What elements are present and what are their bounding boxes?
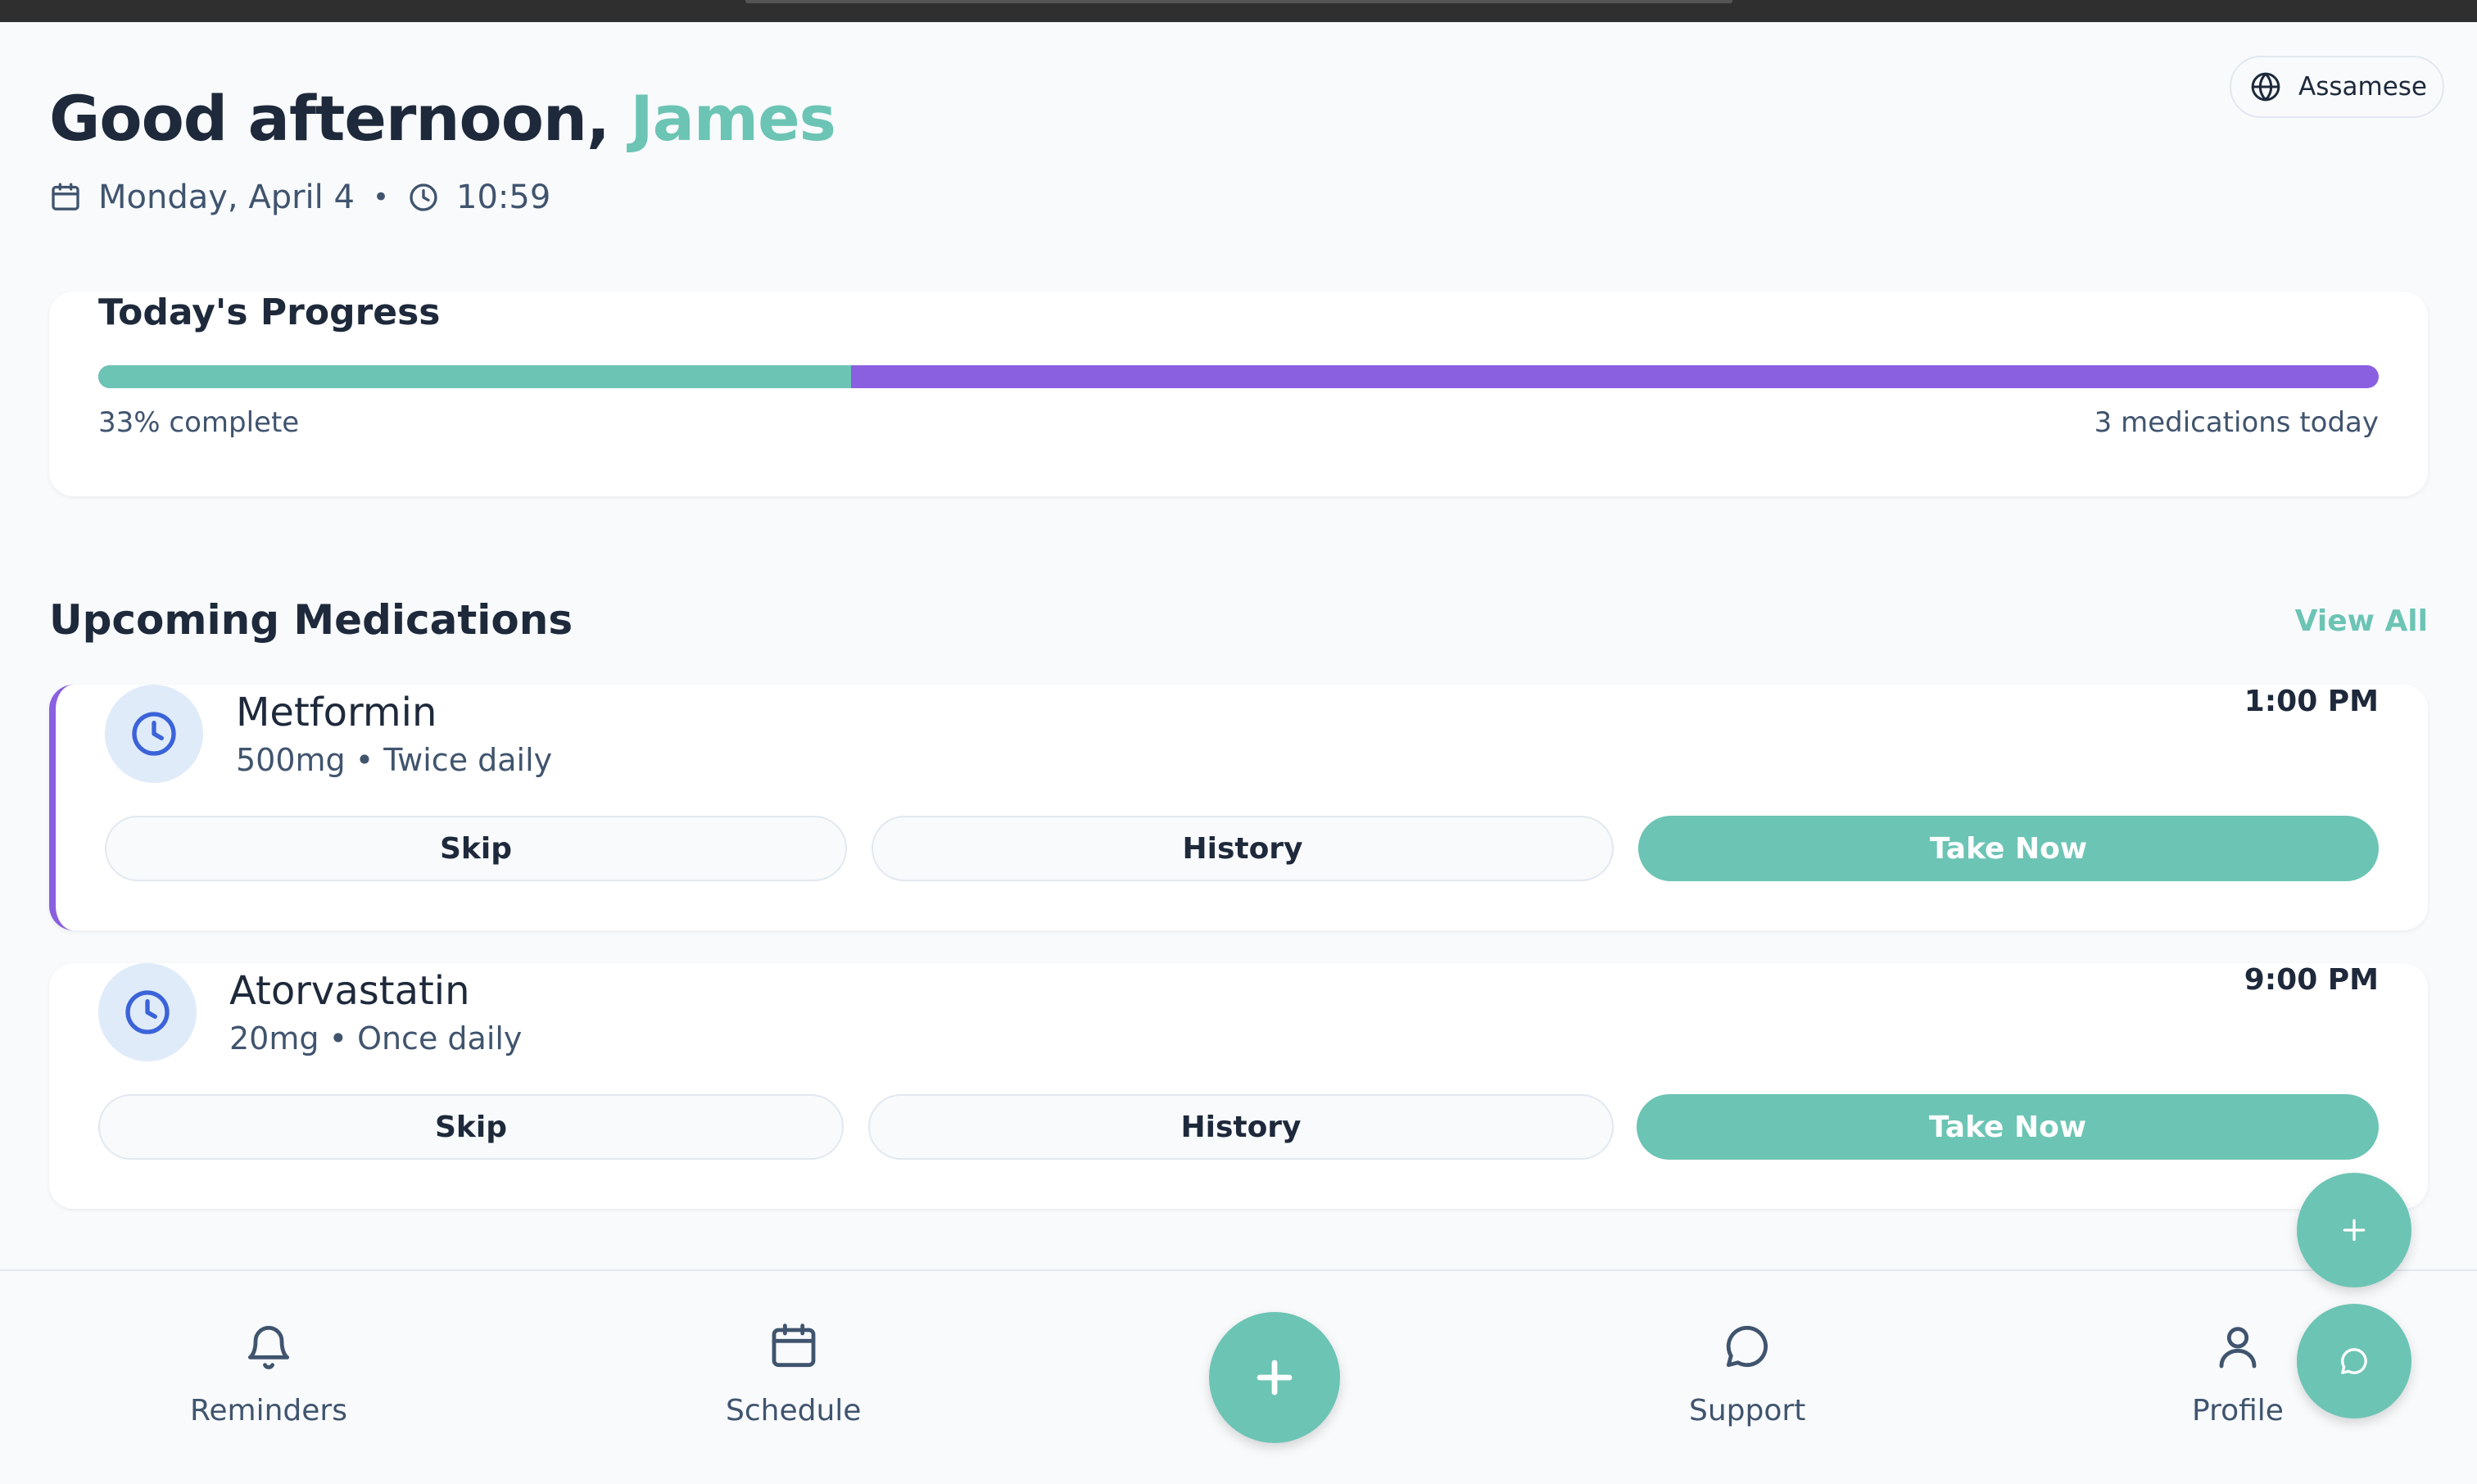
medication-name: Metformin [236, 690, 437, 735]
medication-dose: 500mg • Twice daily [236, 742, 553, 778]
clock-icon [407, 181, 440, 214]
medication-time: 9:00 PM [2244, 963, 2379, 997]
plus-icon [1257, 1360, 1293, 1396]
app-screen: Good afternoon, James Monday, April 4 • … [0, 0, 2477, 1484]
floating-chat-button[interactable] [2297, 1304, 2411, 1418]
user-icon [2219, 1327, 2257, 1369]
nav-item-profile[interactable]: Profile [2192, 1320, 2284, 1427]
take-now-button[interactable]: Take Now [1638, 816, 2379, 881]
language-button[interactable]: Assamese [2230, 56, 2444, 118]
window-top-bar [0, 0, 2477, 22]
medication-card: Metformin 500mg • Twice daily 1:00 PM Sk… [49, 685, 2428, 930]
greeting-heading: Good afternoon, James [49, 82, 836, 155]
take-now-button[interactable]: Take Now [1637, 1094, 2379, 1160]
view-all-link[interactable]: View All [2295, 604, 2428, 638]
medication-name: Atorvastatin [229, 968, 470, 1014]
window-handle[interactable] [745, 0, 1732, 3]
date-time-line: Monday, April 4 • 10:59 [49, 179, 550, 216]
medication-actions: Skip History Take Now [56, 816, 2428, 881]
skip-button[interactable]: Skip [105, 816, 847, 881]
history-button[interactable]: History [872, 816, 1614, 881]
medication-card: Atorvastatin 20mg • Once daily 9:00 PM S… [49, 963, 2428, 1209]
medication-actions: Skip History Take Now [49, 1094, 2428, 1160]
globe-icon [2251, 72, 2280, 102]
medication-icon-badge [105, 685, 203, 783]
calendar-icon [772, 1323, 816, 1368]
bell-icon [247, 1325, 290, 1369]
add-medication-button[interactable] [1209, 1312, 1340, 1443]
progress-percent-label: 33% complete [98, 406, 300, 439]
upcoming-medications-title: Upcoming Medications [49, 596, 573, 644]
nav-label-support: Support [1689, 1394, 1806, 1427]
calendar-icon [49, 181, 82, 214]
clock-icon [132, 712, 176, 756]
history-button[interactable]: History [868, 1094, 1614, 1160]
medication-time: 1:00 PM [2244, 685, 2379, 718]
medication-dose: 20mg • Once daily [229, 1020, 523, 1056]
nav-label-profile: Profile [2192, 1394, 2284, 1427]
plus-icon [2343, 1219, 2366, 1242]
floating-add-button[interactable] [2297, 1173, 2411, 1287]
greeting-prefix: Good afternoon, [49, 82, 631, 155]
progress-card: Today's Progress 33% complete 3 medicati… [49, 292, 2428, 496]
medication-icon-badge [98, 963, 197, 1061]
language-label: Assamese [2298, 72, 2427, 102]
user-name: James [630, 82, 836, 155]
date-separator: • [372, 181, 389, 214]
nav-item-support[interactable]: Support [1689, 1320, 1805, 1427]
nav-label-reminders: Reminders [190, 1394, 347, 1427]
nav-label-schedule: Schedule [726, 1394, 862, 1427]
nav-item-reminders[interactable]: Reminders [190, 1320, 347, 1427]
progress-bar [98, 365, 2379, 388]
skip-button[interactable]: Skip [98, 1094, 844, 1160]
chat-bubble-icon [1726, 1325, 1768, 1368]
medication-count-label: 3 medications today [2094, 406, 2379, 439]
progress-fill [98, 365, 851, 388]
current-date: Monday, April 4 [98, 179, 355, 216]
chat-bubble-icon [2341, 1348, 2367, 1374]
current-time: 10:59 [456, 179, 551, 216]
nav-item-schedule[interactable]: Schedule [726, 1320, 861, 1427]
progress-title: Today's Progress [98, 292, 441, 333]
clock-icon [125, 990, 170, 1034]
